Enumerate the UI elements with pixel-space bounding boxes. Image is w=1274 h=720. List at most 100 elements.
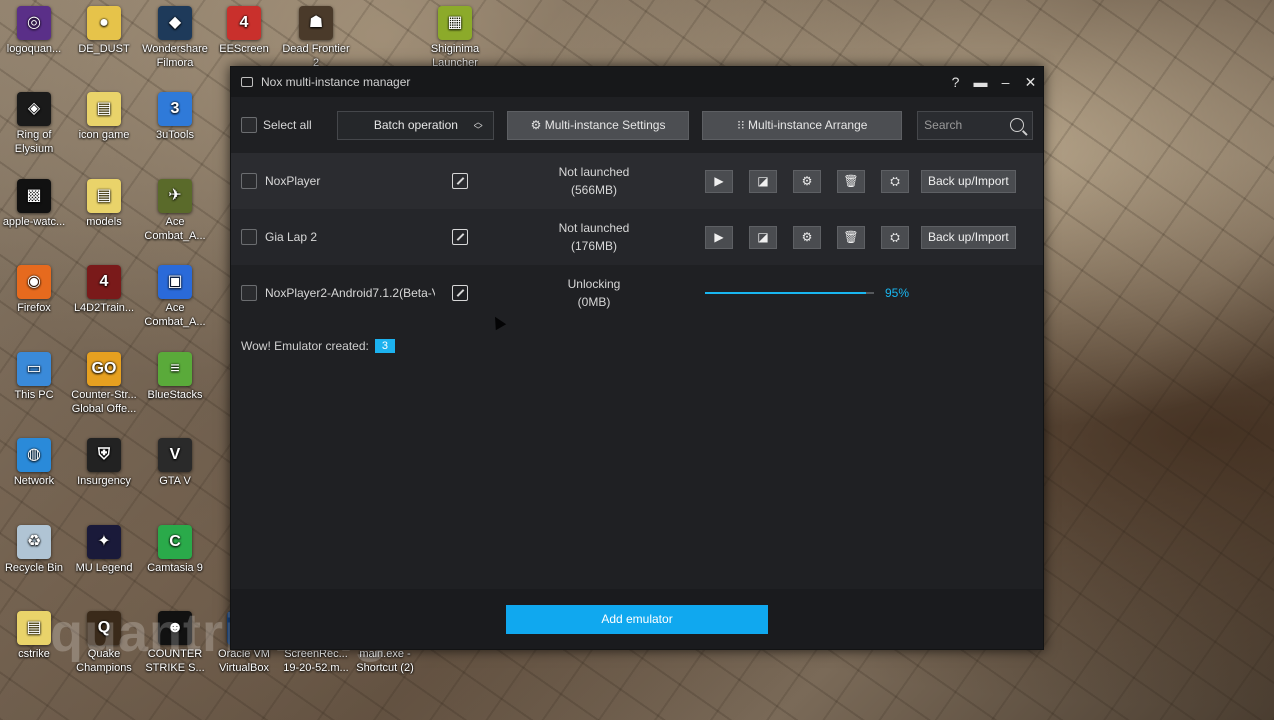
folder-icon[interactable]: ▬ <box>968 67 993 97</box>
app-icon: ▤ <box>17 611 51 645</box>
progress-track <box>705 292 874 294</box>
instance-checkbox[interactable] <box>241 229 257 245</box>
status-text: Not launched <box>558 221 630 235</box>
app-icon: ✈ <box>158 179 192 213</box>
desktop-icon[interactable]: GO Counter-Str... Global Offe... <box>65 352 143 416</box>
trash-icon[interactable]: 🗑 <box>837 225 865 249</box>
size-text: (176MB) <box>570 239 617 253</box>
desktop-icon[interactable]: ✦ MU Legend <box>65 525 143 575</box>
desktop-icon[interactable]: ◎ logoquan... <box>0 6 73 56</box>
toolbar: Select all Batch operation ︿ ﹀ ⚙ Multi-in… <box>231 97 1043 153</box>
app-icon: ☗ <box>299 6 333 40</box>
app-icon: C <box>158 525 192 559</box>
desktop-icon-label: Ace Combat_A... <box>144 302 206 328</box>
created-info: Wow! Emulator created: 3 <box>241 339 395 353</box>
desktop-icon[interactable]: V GTA V <box>136 438 214 488</box>
desktop-icon[interactable]: 4 EEScreen <box>205 6 283 56</box>
desktop-icon[interactable]: ≡ BlueStacks <box>136 352 214 402</box>
app-icon: V <box>158 438 192 472</box>
desktop-icon-label: Insurgency <box>77 475 131 487</box>
desktop-icon[interactable]: ▦ Shiginima Launcher <box>416 6 494 70</box>
settings-icon[interactable]: ⚙ <box>793 169 821 193</box>
play-icon[interactable]: ▶ <box>705 225 733 249</box>
desktop-icon-label: Firefox <box>17 302 51 314</box>
desktop-icon[interactable]: ▭ This PC <box>0 352 73 402</box>
close-icon[interactable]: ✕ <box>1018 67 1043 97</box>
multi-instance-settings-button[interactable]: ⚙ Multi-instance Settings <box>506 110 690 140</box>
title-bar[interactable]: Nox multi-instance manager ? ▬ – ✕ <box>231 67 1043 97</box>
desktop-icon[interactable]: ✈ Ace Combat_A... <box>136 179 214 243</box>
app-icon: GO <box>87 352 121 386</box>
search-input[interactable]: Search <box>917 110 1033 140</box>
desktop-icon-label: apple-watc... <box>2 216 66 228</box>
desktop-icon[interactable]: ▤ models <box>65 179 143 229</box>
play-icon[interactable]: ▶ <box>705 169 733 193</box>
batch-operation-label: Batch operation <box>373 118 458 132</box>
instance-checkbox[interactable] <box>241 173 257 189</box>
desktop-icon[interactable]: ♻ Recycle Bin <box>0 525 73 575</box>
app-icon: ◎ <box>17 6 51 40</box>
edit-icon[interactable] <box>452 173 468 189</box>
progress-fill <box>705 292 866 294</box>
app-icon: 4 <box>227 6 261 40</box>
window-title: Nox multi-instance manager <box>261 75 411 89</box>
search-icon[interactable] <box>1010 118 1024 132</box>
instance-name: NoxPlayer <box>265 174 321 188</box>
shortcut-icon[interactable]: ◪ <box>749 225 777 249</box>
settings-icon[interactable]: ⚙ <box>793 225 821 249</box>
status-text: Unlocking <box>567 277 621 291</box>
desktop-icon[interactable]: 4 L4D2Train... <box>65 265 143 315</box>
desktop-icon-label: Ring of Elysium <box>14 129 54 155</box>
clean-icon[interactable]: ⛭ <box>881 169 909 193</box>
app-icon: ▦ <box>438 6 472 40</box>
desktop-icon[interactable]: 3 3uTools <box>136 92 214 142</box>
desktop-icon[interactable]: ◍ Network <box>0 438 73 488</box>
desktop-icon-label: Recycle Bin <box>4 562 64 574</box>
desktop-icon-label: models <box>86 216 122 228</box>
app-icon: 4 <box>87 265 121 299</box>
desktop-icon-label: EEScreen <box>219 43 269 55</box>
shortcut-icon[interactable]: ◪ <box>749 169 777 193</box>
desktop-icon[interactable]: ☗ Dead Frontier 2 <box>277 6 355 70</box>
help-icon[interactable]: ? <box>943 67 968 97</box>
desktop-icon[interactable]: ▣ Ace Combat_A... <box>136 265 214 329</box>
app-icon: 3 <box>158 92 192 126</box>
batch-operation-dropdown[interactable]: Batch operation ︿ ﹀ <box>336 110 494 140</box>
desktop-icon-label: 3uTools <box>156 129 194 141</box>
instance-checkbox[interactable] <box>241 285 257 301</box>
desktop-icon[interactable]: C Camtasia 9 <box>136 525 214 575</box>
app-icon: ✦ <box>87 525 121 559</box>
instance-status: Not launched (176MB) <box>499 219 689 255</box>
select-all[interactable]: Select all <box>241 117 337 133</box>
desktop-icon[interactable]: ⛨ Insurgency <box>65 438 143 488</box>
add-emulator-button[interactable]: Add emulator <box>506 604 768 634</box>
status-text: Not launched <box>558 165 630 179</box>
instance-name: Gia Lap 2 <box>265 230 318 244</box>
backup-import-button[interactable]: Back up/Import <box>921 225 1016 249</box>
edit-icon[interactable] <box>452 229 468 245</box>
multi-instance-arrange-button[interactable]: ⁝⁝ Multi-instance Arrange <box>702 110 903 140</box>
desktop-icon[interactable]: ◈ Ring of Elysium <box>0 92 73 156</box>
desktop-icon[interactable]: ● DE_DUST <box>65 6 143 56</box>
desktop-icon-label: MU Legend <box>75 562 133 574</box>
app-icon: ⛨ <box>87 438 121 472</box>
desktop-icon[interactable]: ▤ icon game <box>65 92 143 142</box>
size-text: (0MB) <box>577 295 611 309</box>
select-all-label: Select all <box>263 118 312 132</box>
search-placeholder: Search <box>924 118 963 132</box>
app-icon: ◉ <box>17 265 51 299</box>
trash-icon[interactable]: 🗑 <box>837 169 865 193</box>
minimize-icon[interactable]: – <box>993 67 1018 97</box>
backup-import-button[interactable]: Back up/Import <box>921 169 1016 193</box>
instance-status: Unlocking (0MB) <box>499 275 689 311</box>
desktop-icon-label: L4D2Train... <box>73 302 135 314</box>
desktop-icon[interactable]: ◆ Wondershare Filmora <box>136 6 214 70</box>
desktop-icon[interactable]: ◉ Firefox <box>0 265 73 315</box>
edit-icon[interactable] <box>452 285 468 301</box>
instance-actions: ▶ ◪ ⚙ 🗑 ⛭ Back up/Import <box>705 225 1016 249</box>
select-all-checkbox[interactable] <box>241 117 257 133</box>
instance-actions: ▶ ◪ ⚙ 🗑 ⛭ Back up/Import <box>705 169 1016 193</box>
app-icon: ▭ <box>17 352 51 386</box>
clean-icon[interactable]: ⛭ <box>881 225 909 249</box>
desktop-icon[interactable]: ▩ apple-watc... <box>0 179 73 229</box>
